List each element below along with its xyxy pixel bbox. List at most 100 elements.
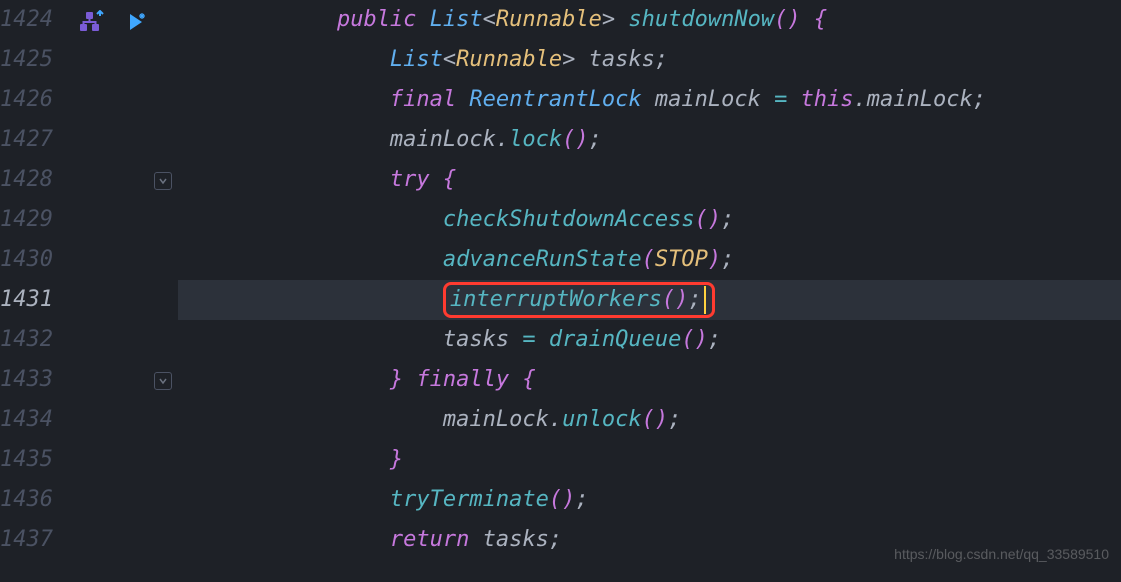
code-line[interactable]: mainLock.lock(); (178, 120, 1121, 160)
line-number: 1435 (0, 440, 70, 480)
token-punc: < (443, 40, 456, 80)
token-punc (469, 520, 482, 560)
token-ident: tasks (589, 40, 655, 80)
token-punc: . (549, 400, 562, 440)
token-kw: this (801, 80, 854, 120)
token-brace: { (814, 0, 827, 40)
line-number: 1426 (0, 80, 70, 120)
watermark: https://blog.csdn.net/qq_33589510 (894, 534, 1109, 574)
token-punc (509, 360, 522, 400)
line-number: 1437 (0, 520, 70, 560)
code-line[interactable]: public List<Runnable> shutdownNow() { (178, 0, 1121, 40)
token-punc: ; (708, 320, 721, 360)
token-kw: try (390, 160, 430, 200)
code-line[interactable]: tryTerminate(); (178, 480, 1121, 520)
token-brace: () (549, 480, 576, 520)
token-punc: > (602, 0, 629, 40)
code-line[interactable]: interruptWorkers(); (178, 280, 1121, 320)
token-type: ReentrantLock (469, 80, 641, 120)
token-kw: finally (416, 360, 509, 400)
token-kw: final (390, 80, 456, 120)
token-fn: checkShutdownAccess (443, 200, 695, 240)
token-punc (403, 360, 416, 400)
code-line[interactable]: tasks = drainQueue(); (178, 320, 1121, 360)
token-brace: () (562, 120, 589, 160)
token-punc (509, 320, 522, 360)
token-ident: mainLock (443, 400, 549, 440)
token-punc: ; (721, 240, 734, 280)
line-number: 1425 (0, 40, 70, 80)
token-punc (642, 80, 655, 120)
token-type: List (430, 0, 483, 40)
fold-marker[interactable] (154, 372, 172, 390)
token-punc (761, 80, 774, 120)
token-fn: lock (509, 120, 562, 160)
fold-marker[interactable] (154, 172, 172, 190)
token-punc: ; (973, 80, 986, 120)
token-brace: ( (642, 240, 655, 280)
code-line[interactable]: List<Runnable> tasks; (178, 40, 1121, 80)
token-fn: interruptWorkers (450, 280, 662, 320)
run-icon[interactable] (124, 8, 148, 48)
token-punc: . (854, 80, 867, 120)
line-number: 1433 (0, 360, 70, 400)
highlight-box: interruptWorkers(); (443, 282, 715, 318)
token-punc (430, 160, 443, 200)
code-line[interactable]: mainLock.unlock(); (178, 400, 1121, 440)
code-line[interactable]: } finally { (178, 360, 1121, 400)
token-punc: ; (688, 280, 701, 320)
token-brace: } (390, 360, 403, 400)
line-number: 1428 (0, 160, 70, 200)
hierarchy-icon[interactable] (78, 8, 104, 48)
token-ident: tasks (443, 320, 509, 360)
code-line[interactable]: advanceRunState(STOP); (178, 240, 1121, 280)
token-brace: ) (708, 240, 721, 280)
token-punc: ; (655, 40, 668, 80)
line-number: 1424 (0, 0, 70, 40)
line-number: 1436 (0, 480, 70, 520)
token-punc: ; (721, 200, 734, 240)
token-punc: ; (549, 520, 562, 560)
token-kw: return (390, 520, 469, 560)
token-gen: Runnable (496, 0, 602, 40)
token-fn: tryTerminate (390, 480, 549, 520)
token-ident: mainLock (390, 120, 496, 160)
code-area[interactable]: public List<Runnable> shutdownNow() { Li… (178, 0, 1121, 560)
line-number: 1431 (0, 280, 70, 320)
token-brace: { (443, 160, 456, 200)
code-editor[interactable]: 1424142514261427142814291430143114321433… (0, 0, 1121, 560)
token-punc: ; (575, 480, 588, 520)
token-brace: () (695, 200, 722, 240)
code-line[interactable]: checkShutdownAccess(); (178, 200, 1121, 240)
token-punc (416, 0, 429, 40)
token-punc: . (496, 120, 509, 160)
gutter-icons-column (78, 0, 178, 560)
token-punc (801, 0, 814, 40)
token-op: = (522, 320, 535, 360)
token-brace: () (642, 400, 669, 440)
token-ident: mainLock (655, 80, 761, 120)
token-ident: tasks (483, 520, 549, 560)
line-number-gutter: 1424142514261427142814291430143114321433… (0, 0, 78, 560)
token-fn: drainQueue (549, 320, 681, 360)
code-line[interactable]: try { (178, 160, 1121, 200)
line-number: 1434 (0, 400, 70, 440)
token-punc: < (483, 0, 496, 40)
token-brace: { (522, 360, 535, 400)
token-type: List (390, 40, 443, 80)
code-line[interactable]: final ReentrantLock mainLock = this.main… (178, 80, 1121, 120)
line-number: 1432 (0, 320, 70, 360)
token-punc: ; (668, 400, 681, 440)
token-kw: public (337, 0, 416, 40)
token-fn: shutdownNow (628, 0, 774, 40)
token-punc (456, 80, 469, 120)
token-brace: () (681, 320, 708, 360)
code-line[interactable]: } (178, 440, 1121, 480)
line-number: 1427 (0, 120, 70, 160)
token-op: = (774, 80, 787, 120)
text-cursor (704, 286, 706, 314)
token-punc (536, 320, 549, 360)
token-punc: > (562, 40, 589, 80)
line-number: 1429 (0, 200, 70, 240)
token-brace: () (774, 0, 801, 40)
